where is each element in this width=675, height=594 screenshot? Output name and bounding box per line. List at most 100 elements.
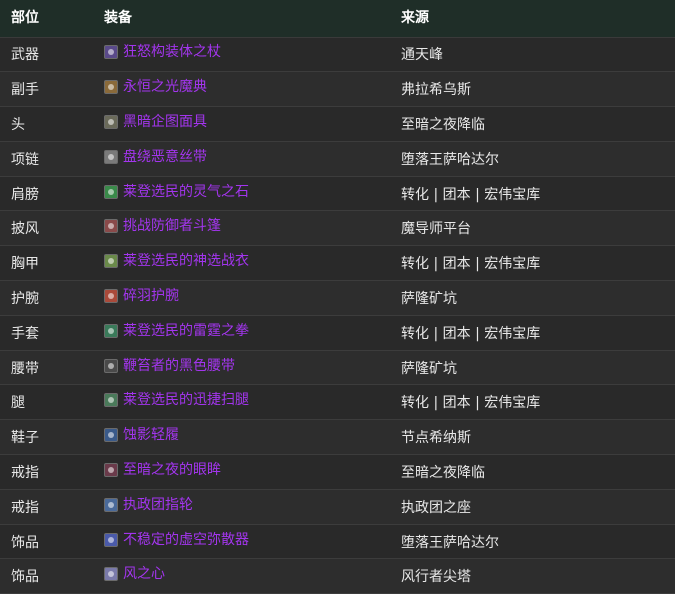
item-cell: 莱登选民的迅捷扫腿 — [93, 384, 390, 421]
item-cell: 黑暗企图面具 — [93, 106, 390, 142]
tome-icon — [104, 80, 118, 95]
item-name: 风之心 — [123, 566, 165, 583]
legs-icon — [104, 393, 118, 408]
table-header: 部位 装备 来源 — [0, 0, 675, 38]
item-cell: 莱登选民的灵气之石 — [93, 176, 390, 212]
item-name: 莱登选民的迅捷扫腿 — [123, 392, 249, 409]
table-row: 鞋子 蚀影轻履 节点希纳斯 — [0, 419, 675, 456]
source-cell: 萨隆矿坑 — [390, 350, 675, 386]
slot-cell: 肩膀 — [0, 176, 93, 212]
item-link[interactable]: 莱登选民的雷霆之拳 — [104, 322, 249, 339]
necklace-icon — [104, 149, 118, 164]
slot-cell: 手套 — [0, 315, 93, 351]
item-name: 莱登选民的神选战衣 — [123, 253, 249, 270]
item-name: 狂怒构装体之杖 — [123, 44, 221, 61]
source-cell: 执政团之座 — [390, 489, 675, 525]
table-row: 腰带 鞭笞者的黑色腰带 萨隆矿坑 — [0, 350, 675, 386]
table-row: 武器 狂怒构装体之杖 通天峰 — [0, 37, 675, 73]
chest-icon — [104, 254, 118, 269]
table-row: 戒指 至暗之夜的眼眸 至暗之夜降临 — [0, 454, 675, 490]
slot-cell: 副手 — [0, 71, 93, 108]
table-row: 副手 永恒之光魔典 弗拉希乌斯 — [0, 71, 675, 108]
slot-cell: 鞋子 — [0, 419, 93, 456]
source-cell: 至暗之夜降临 — [390, 106, 675, 142]
item-link[interactable]: 莱登选民的神选战衣 — [104, 253, 249, 270]
trinket-icon — [104, 567, 118, 582]
item-cell: 永恒之光魔典 — [93, 71, 390, 108]
source-cell: 转化 | 团本 | 宏伟宝库 — [390, 176, 675, 212]
slot-cell: 头 — [0, 106, 93, 142]
item-name: 莱登选民的灵气之石 — [123, 183, 249, 200]
item-cell: 蚀影轻履 — [93, 419, 390, 456]
table-row: 头 黑暗企图面具 至暗之夜降临 — [0, 106, 675, 142]
slot-cell: 饰品 — [0, 524, 93, 560]
item-name: 不稳定的虚空弥散器 — [123, 531, 249, 548]
slot-cell: 戒指 — [0, 454, 93, 490]
item-name: 挑战防御者斗篷 — [123, 218, 221, 235]
header-slot: 部位 — [0, 0, 93, 38]
item-link[interactable]: 永恒之光魔典 — [104, 80, 207, 95]
table-row: 护腕 碎羽护腕 萨隆矿坑 — [0, 280, 675, 316]
item-link[interactable]: 碎羽护腕 — [104, 288, 179, 303]
item-cell: 执政团指轮 — [93, 489, 390, 525]
source-cell: 弗拉希乌斯 — [390, 71, 675, 108]
item-link[interactable]: 不稳定的虚空弥散器 — [104, 531, 249, 548]
bracer-icon — [104, 288, 118, 303]
source-cell: 风行者尖塔 — [390, 558, 675, 594]
source-cell: 转化 | 团本 | 宏伟宝库 — [390, 315, 675, 351]
item-name: 黑暗企图面具 — [123, 113, 207, 130]
item-link[interactable]: 盘绕恶意丝带 — [104, 148, 207, 165]
item-name: 执政团指轮 — [123, 496, 193, 513]
slot-cell: 腿 — [0, 384, 93, 421]
table-body: 武器 狂怒构装体之杖 通天峰 副手 永恒之光魔典 弗拉希乌斯头黑暗企图面具 至暗之夜降临 项链… — [0, 37, 675, 594]
item-link[interactable]: 狂怒构装体之杖 — [104, 44, 221, 61]
item-name: 鞭笞者的黑色腰带 — [123, 357, 235, 374]
item-link[interactable]: 黑暗企图面具 — [104, 113, 207, 130]
source-cell: 萨隆矿坑 — [390, 280, 675, 316]
table-row: 披风 挑战防御者斗篷 魔导师平台 — [0, 210, 675, 247]
gear-table: 部位 装备 来源 武器 狂怒构装体之杖 通天峰 副手 永恒之光魔典 弗拉希乌斯头 黑暗企图面… — [0, 0, 675, 594]
header-row: 部位 装备 来源 — [0, 0, 675, 38]
item-link[interactable]: 挑战防御者斗篷 — [104, 218, 221, 235]
item-link[interactable]: 执政团指轮 — [104, 496, 193, 513]
source-cell: 转化 | 团本 | 宏伟宝库 — [390, 384, 675, 421]
table-row: 戒指 执政团指轮 执政团之座 — [0, 489, 675, 525]
mask-icon — [104, 114, 118, 129]
item-cell: 莱登选民的雷霆之拳 — [93, 315, 390, 351]
slot-cell: 武器 — [0, 37, 93, 73]
item-link[interactable]: 蚀影轻履 — [104, 427, 179, 444]
slot-cell: 披风 — [0, 210, 93, 247]
ring-icon — [104, 462, 118, 477]
item-cell: 狂怒构装体之杖 — [93, 37, 390, 73]
gloves-icon — [104, 323, 118, 338]
item-link[interactable]: 鞭笞者的黑色腰带 — [104, 357, 235, 374]
item-link[interactable]: 风之心 — [104, 566, 165, 583]
item-name: 蚀影轻履 — [123, 427, 179, 444]
item-link[interactable]: 莱登选民的迅捷扫腿 — [104, 392, 249, 409]
item-link[interactable]: 莱登选民的灵气之石 — [104, 183, 249, 200]
slot-cell: 戒指 — [0, 489, 93, 525]
belt-icon — [104, 358, 118, 373]
slot-cell: 胸甲 — [0, 245, 93, 282]
header-item: 装备 — [93, 0, 390, 38]
ring-icon — [104, 497, 118, 512]
source-cell: 转化 | 团本 | 宏伟宝库 — [390, 245, 675, 282]
item-cell: 挑战防御者斗篷 — [93, 210, 390, 247]
table-row: 项链 盘绕恶意丝带 堕落王萨哈达尔 — [0, 141, 675, 177]
trinket-icon — [104, 532, 118, 547]
item-name: 莱登选民的雷霆之拳 — [123, 322, 249, 339]
item-name: 至暗之夜的眼眸 — [123, 461, 221, 478]
slot-cell: 腰带 — [0, 350, 93, 386]
header-source: 来源 — [390, 0, 675, 38]
table-row: 饰品 不稳定的虚空弥散器 堕落王萨哈达尔 — [0, 524, 675, 560]
source-cell: 至暗之夜降临 — [390, 454, 675, 490]
item-link[interactable]: 至暗之夜的眼眸 — [104, 461, 221, 478]
cloak-icon — [104, 219, 118, 234]
table-row: 手套 莱登选民的雷霆之拳 转化 | 团本 | 宏伟宝库 — [0, 315, 675, 351]
slot-cell: 护腕 — [0, 280, 93, 316]
item-name: 盘绕恶意丝带 — [123, 148, 207, 165]
source-cell: 堕落王萨哈达尔 — [390, 524, 675, 560]
item-cell: 风之心 — [93, 558, 390, 594]
item-cell: 至暗之夜的眼眸 — [93, 454, 390, 490]
staff-icon — [104, 45, 118, 60]
